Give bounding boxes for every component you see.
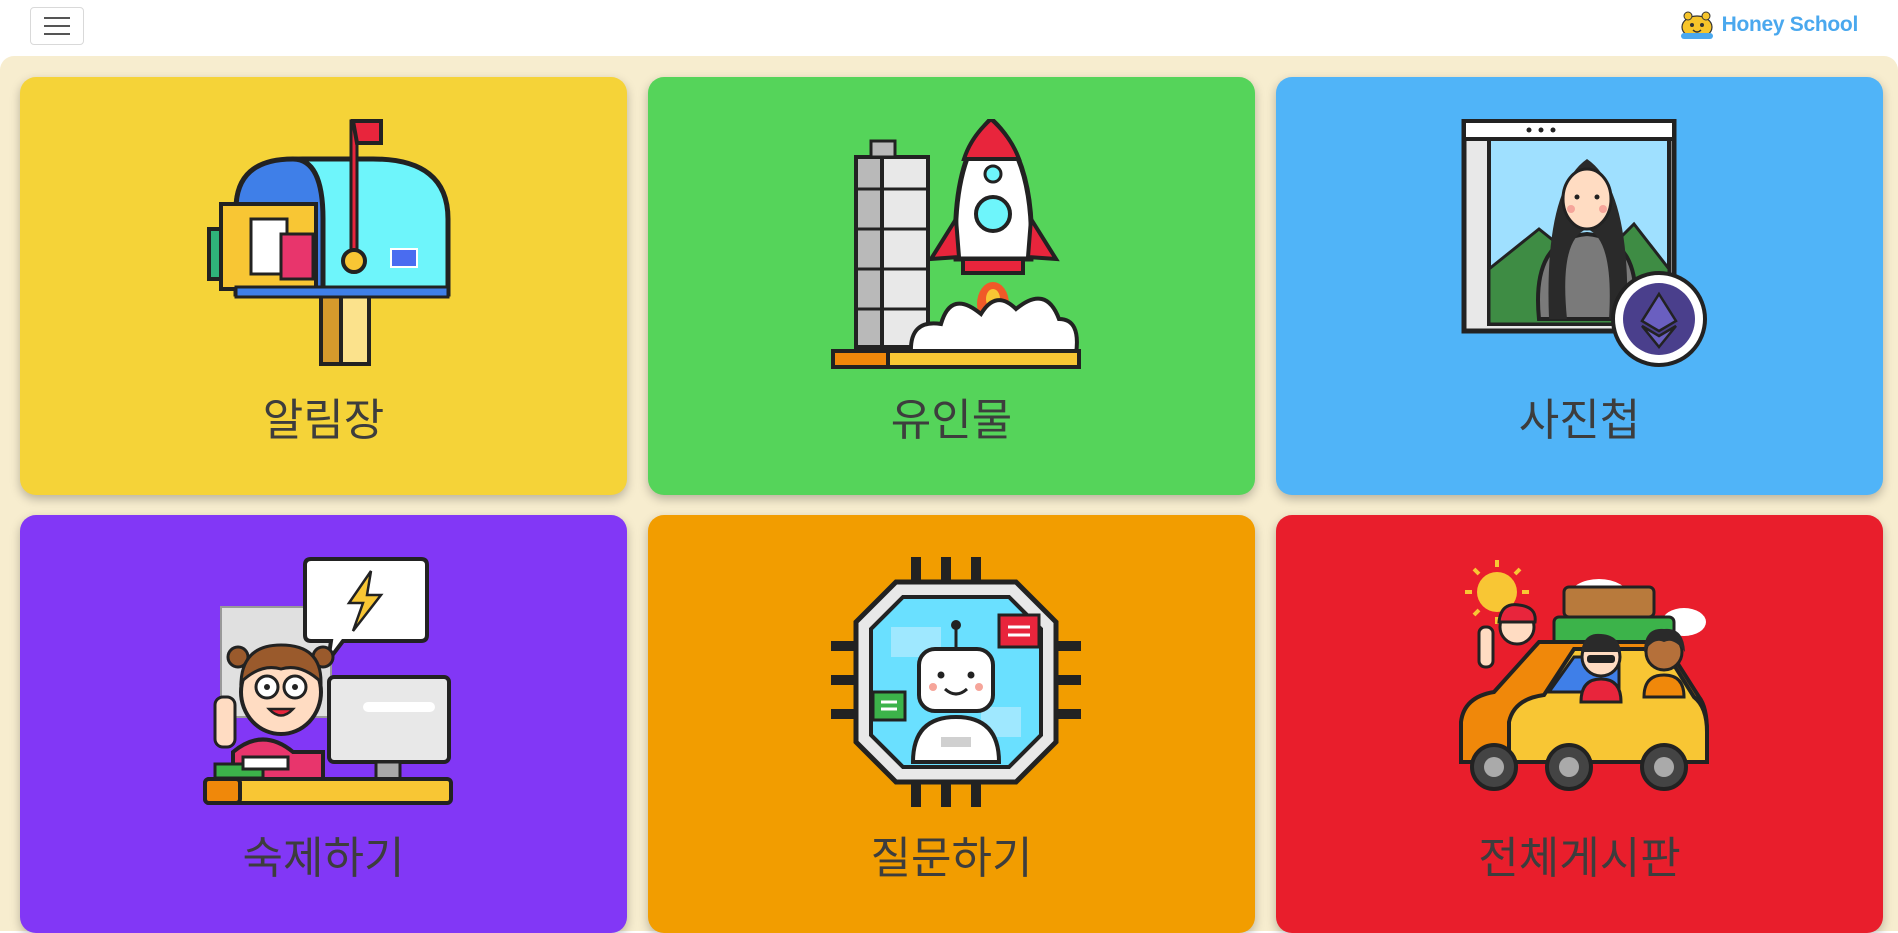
card-label: 숙제하기 xyxy=(242,833,405,884)
hamburger-menu-icon xyxy=(44,17,70,19)
honey-bee-logo-icon xyxy=(1680,11,1713,39)
mailbox-icon xyxy=(207,119,451,366)
card-handout[interactable]: 유인물 xyxy=(648,77,1255,495)
card-board[interactable]: 전체게시판 xyxy=(1276,515,1883,933)
card-label: 전체게시판 xyxy=(1478,833,1681,884)
robot-chip-icon xyxy=(831,557,1081,807)
brand-link[interactable]: Honey School xyxy=(1678,8,1858,42)
student-at-computer-icon xyxy=(203,557,453,805)
card-label: 질문하기 xyxy=(870,833,1033,884)
card-label: 사진첩 xyxy=(1518,395,1641,446)
menu-toggle-button[interactable] xyxy=(30,7,84,45)
card-label: 알림장 xyxy=(262,395,385,446)
card-question[interactable]: 질문하기 xyxy=(648,515,1255,933)
brand-name: Honey School xyxy=(1721,13,1859,36)
card-album[interactable]: 사진첩 xyxy=(1276,77,1883,495)
top-navbar: Honey School xyxy=(0,0,1898,56)
rocket-launch-icon xyxy=(831,119,1081,369)
road-trip-car-icon xyxy=(1459,560,1709,791)
menu-board: 알림장 유인물 사진첩 숙제하기 질문하기 전체게시판 xyxy=(0,56,1898,933)
card-homework[interactable]: 숙제하기 xyxy=(20,515,627,933)
framed-portrait-icon xyxy=(1461,119,1707,367)
card-notice[interactable]: 알림장 xyxy=(20,77,627,495)
card-label: 유인물 xyxy=(890,395,1013,446)
